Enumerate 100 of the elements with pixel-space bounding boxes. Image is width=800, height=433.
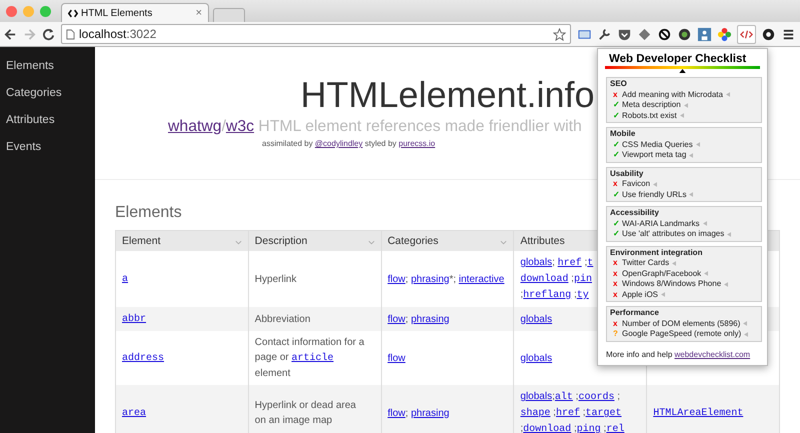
link[interactable]: whatwg <box>168 118 222 135</box>
cross-mark: x <box>613 290 618 300</box>
minimize-window-button[interactable] <box>23 6 34 16</box>
wrench-icon[interactable] <box>597 26 612 42</box>
link[interactable]: globals <box>520 314 552 324</box>
code-brackets-icon[interactable] <box>737 24 756 44</box>
chevron-down-icon <box>500 240 508 245</box>
section-name: Mobile <box>610 129 636 140</box>
code-link[interactable]: article <box>292 353 334 364</box>
link[interactable]: flow <box>388 274 406 284</box>
chevron-down-icon <box>234 240 242 245</box>
code-brackets-icon <box>68 8 78 18</box>
settings-icon[interactable] <box>761 26 776 42</box>
chevron-down-icon <box>368 240 375 245</box>
diamond-icon[interactable] <box>637 26 652 42</box>
cross-mark: x <box>613 268 618 279</box>
code-link[interactable]: abbr <box>122 314 146 325</box>
link[interactable]: phrasing <box>410 314 450 324</box>
back-arrow-icon[interactable] <box>4 28 17 40</box>
code-link[interactable]: HTMLAreaElement <box>653 408 744 419</box>
link[interactable]: w3c <box>226 118 254 135</box>
code-link[interactable]: href <box>558 258 582 269</box>
close-window-button[interactable] <box>6 6 17 16</box>
code-link[interactable]: rel <box>606 424 624 433</box>
column-header[interactable]: Element <box>116 230 248 251</box>
question-mark: ? <box>613 329 619 340</box>
link[interactable]: webdevchecklist.com <box>674 350 750 358</box>
code-link[interactable]: alt <box>554 392 573 403</box>
help-text: More info and help webdevchecklist.com <box>606 350 752 358</box>
expand-triangle-icon[interactable] <box>661 292 666 298</box>
column-header[interactable]: Description <box>248 230 382 251</box>
categories-text: flow; phrasing <box>388 408 450 418</box>
code-link[interactable]: area <box>122 408 146 419</box>
attributes-text: globals;alt ;coords ; <box>520 390 622 405</box>
column-header[interactable]: Categories <box>381 230 514 251</box>
link[interactable]: @codylindley <box>314 139 363 148</box>
expand-triangle-icon[interactable] <box>704 271 708 276</box>
sidebar-item[interactable]: Events <box>0 134 95 161</box>
color-flower-icon[interactable] <box>717 26 732 42</box>
reload-icon[interactable] <box>42 28 55 40</box>
section-name: SEO <box>610 79 628 90</box>
checklist-item: Favicon <box>622 179 650 190</box>
code-link[interactable]: t <box>587 258 594 269</box>
link[interactable]: purecss.io <box>398 139 436 148</box>
link[interactable]: flow <box>388 408 406 418</box>
checklist-item: Robots.txt exist <box>622 110 677 121</box>
browser-tab[interactable]: HTML Elements × <box>61 3 209 22</box>
check-mark: ✓ <box>613 218 619 229</box>
check-mark: ✓ <box>613 100 619 110</box>
code-link[interactable]: ty <box>576 290 589 301</box>
expand-triangle-icon[interactable] <box>689 192 694 198</box>
new-tab-button[interactable] <box>213 8 245 22</box>
zoom-window-button[interactable] <box>40 6 51 16</box>
code-link[interactable]: download <box>520 274 568 285</box>
code-link[interactable]: hreflang <box>523 290 572 301</box>
section-heading: Elements <box>115 204 182 222</box>
code-link[interactable]: download <box>523 424 572 433</box>
section-name: Usability <box>610 168 644 179</box>
checklist-item: CSS Media Queries <box>622 140 693 150</box>
code-link[interactable]: target <box>586 408 622 419</box>
tab-close-button[interactable]: × <box>196 7 202 19</box>
expand-triangle-icon[interactable] <box>726 92 730 98</box>
sidebar-item[interactable]: Elements <box>0 53 95 80</box>
code-link[interactable]: shape <box>520 408 550 419</box>
link[interactable]: flow <box>388 314 406 324</box>
code-link[interactable]: coords <box>578 392 614 403</box>
checklist-item: Viewport meta tag <box>622 150 686 160</box>
expand-triangle-icon[interactable] <box>702 221 707 226</box>
code-link[interactable]: ping <box>576 424 601 433</box>
expand-triangle-icon[interactable] <box>724 282 728 287</box>
link[interactable]: phrasing <box>410 274 450 284</box>
expand-triangle-icon[interactable] <box>672 260 676 266</box>
link[interactable]: interactive <box>458 274 504 284</box>
code-link[interactable]: a <box>122 274 128 285</box>
description-text: Contact information for a page or article element <box>254 337 364 379</box>
checklist-item: Apple iOS <box>622 290 658 300</box>
code-link[interactable]: address <box>122 353 164 364</box>
link[interactable]: globals <box>520 391 552 402</box>
attributes-text: ;download ;ping ;rel <box>520 422 626 433</box>
forward-arrow-icon[interactable] <box>23 28 36 40</box>
link[interactable]: globals <box>520 352 552 364</box>
address-bar[interactable]: localhost:3022 <box>61 24 571 44</box>
sidebar-item[interactable]: Categories <box>0 80 95 107</box>
expand-triangle-icon[interactable] <box>653 182 658 187</box>
bookmark-star-icon[interactable] <box>553 28 566 40</box>
blocked-circle-icon[interactable] <box>657 26 672 42</box>
code-link[interactable]: href <box>556 408 580 419</box>
check-mark: ✓ <box>613 150 619 160</box>
subtitle: whatwg/w3c HTML element references made friendlier with <box>168 117 582 137</box>
cross-mark: x <box>613 258 618 268</box>
expand-triangle-icon[interactable] <box>727 232 732 237</box>
sidebar-item[interactable]: Attributes <box>0 107 95 134</box>
check-mark: ✓ <box>613 110 619 121</box>
description-text: Hyperlink <box>254 274 296 284</box>
code-link[interactable]: pin <box>574 274 592 285</box>
link[interactable]: globals <box>520 257 552 268</box>
link[interactable]: flow <box>388 352 406 364</box>
person-tile-icon[interactable] <box>697 26 712 42</box>
link[interactable]: phrasing <box>410 408 450 418</box>
checklist-item: Meta description <box>622 100 681 110</box>
